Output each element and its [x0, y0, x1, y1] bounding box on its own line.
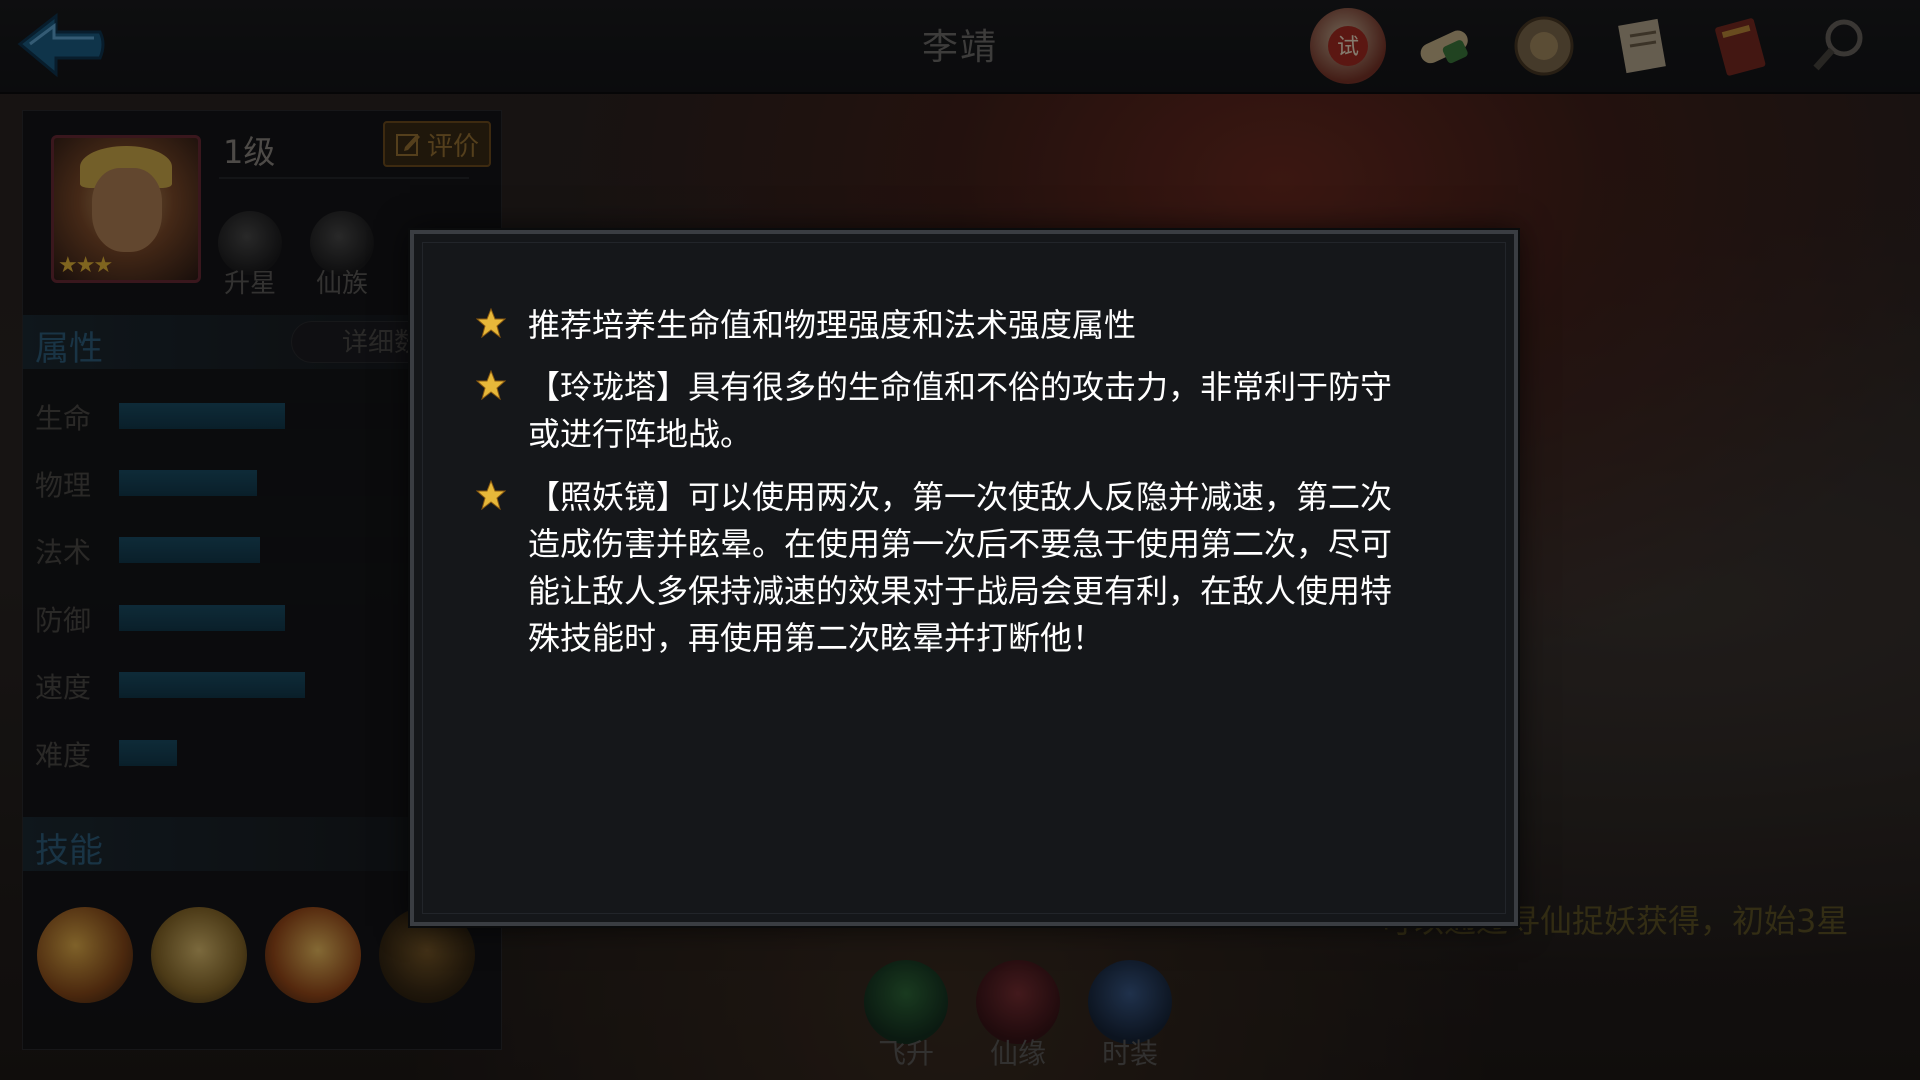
star-bullet-icon: [476, 370, 506, 400]
tip-text: 【照妖镜】可以使用两次，第一次使敌人反隐并减速，第二次造成伤害并眩晕。在使用第一…: [528, 478, 1393, 657]
tip-text: 【玲珑塔】具有很多的生命值和不俗的攻击力，非常利于防守或进行阵地战。: [528, 368, 1393, 453]
tip-item: 【玲珑塔】具有很多的生命值和不俗的攻击力，非常利于防守或进行阵地战。: [476, 364, 1436, 464]
star-bullet-icon: [476, 308, 506, 338]
tip-text: 推荐培养生命值和物理强度和法术强度属性: [528, 306, 1137, 344]
tips-dialog: 推荐培养生命值和物理强度和法术强度属性 【玲珑塔】具有很多的生命值和不俗的攻击力…: [410, 230, 1518, 926]
tip-item: 【照妖镜】可以使用两次，第一次使敌人反隐并减速，第二次造成伤害并眩晕。在使用第一…: [476, 474, 1436, 674]
star-bullet-icon: [476, 480, 506, 510]
tip-item: 推荐培养生命值和物理强度和法术强度属性: [476, 302, 1436, 352]
